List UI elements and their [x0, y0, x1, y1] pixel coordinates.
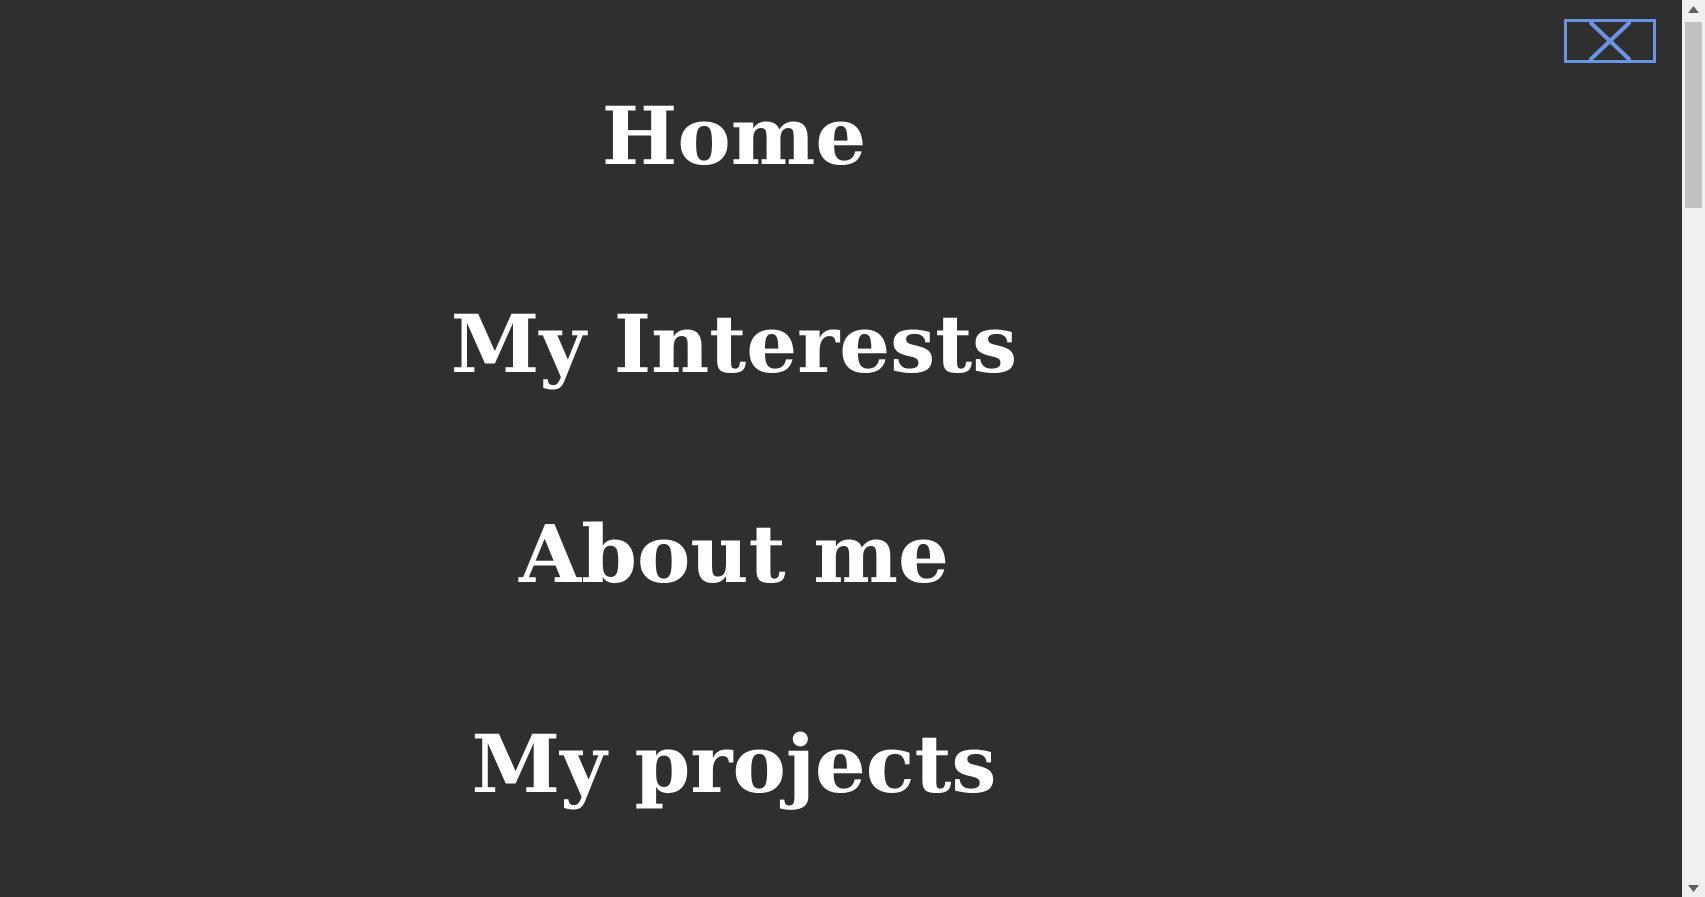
nav-link-home[interactable]: Home — [0, 96, 1468, 176]
vertical-scrollbar[interactable] — [1682, 0, 1705, 897]
nav-link-my-projects[interactable]: My projects — [0, 724, 1468, 804]
nav-link-my-interests[interactable]: My Interests — [0, 304, 1468, 384]
scroll-thumb[interactable] — [1685, 22, 1702, 208]
triangle-up-icon — [1688, 5, 1699, 13]
nav-link-about-me[interactable]: About me — [0, 514, 1468, 594]
close-button[interactable] — [1564, 19, 1656, 63]
scroll-up-arrow[interactable] — [1682, 0, 1705, 18]
triangle-down-icon — [1688, 884, 1699, 892]
scroll-down-arrow[interactable] — [1682, 879, 1705, 897]
overlay-content: Home My Interests About me My projects — [0, 0, 1682, 897]
overlay-menu: Home My Interests About me My projects — [0, 0, 1705, 897]
close-icon — [1589, 21, 1631, 61]
